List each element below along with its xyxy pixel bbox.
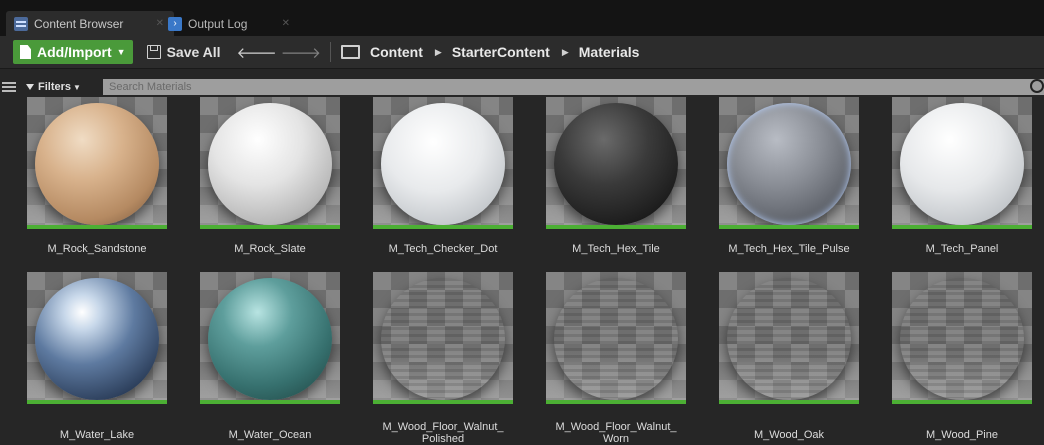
asset-tile[interactable]	[200, 272, 340, 404]
save-icon	[146, 45, 161, 59]
chevron-down-icon: ▼	[116, 47, 126, 57]
asset-tile[interactable]	[200, 97, 340, 229]
asset-grid: M_Rock_Sandstone M_Rock_Slate M_Tech_Che…	[0, 97, 1044, 445]
add-import-label: Add/Import	[37, 44, 112, 60]
breadcrumb-separator-icon[interactable]: ▶	[435, 47, 442, 58]
breadcrumb-materials[interactable]: Materials	[579, 44, 640, 60]
tab-output-log[interactable]: › Output Log ✕	[160, 11, 300, 36]
asset-label: M_Tech_Hex_Tile	[572, 243, 660, 255]
asset-tile[interactable]	[27, 97, 167, 229]
breadcrumb-startercontent[interactable]: StarterContent	[452, 44, 550, 60]
asset-label: M_Water_Ocean	[228, 429, 312, 441]
tab-content-browser[interactable]: Content Browser ✕	[6, 11, 174, 36]
asset-tile[interactable]	[892, 272, 1032, 404]
filters-button[interactable]: Filters ▼	[26, 81, 81, 93]
asset-label-line1: M_Wood_Floor_Walnut_	[555, 421, 677, 433]
material-preview	[900, 278, 1024, 400]
asset-label: M_Wood_Floor_Walnut_ Worn	[541, 421, 691, 445]
toolbar-divider	[330, 42, 332, 62]
material-preview	[727, 278, 851, 400]
forward-arrow-icon[interactable]: 🡒	[281, 43, 321, 62]
asset-label-line2: Worn	[602, 433, 630, 445]
content-browser-icon	[14, 16, 28, 31]
asset-label: M_Tech_Panel	[925, 243, 999, 255]
breadcrumb-separator-icon[interactable]: ▶	[562, 47, 569, 58]
material-preview	[554, 278, 678, 400]
material-preview	[35, 278, 159, 400]
material-preview	[727, 103, 851, 225]
asset-label-line2: Polished	[421, 433, 465, 445]
material-preview	[35, 103, 159, 225]
breadcrumb-content[interactable]: Content	[370, 44, 423, 60]
material-preview	[554, 103, 678, 225]
filters-label: Filters	[38, 81, 72, 93]
asset-tile[interactable]	[892, 97, 1032, 229]
asset-label: M_Wood_Oak	[753, 429, 825, 441]
asset-label: M_Rock_Slate	[234, 243, 306, 255]
add-import-button[interactable]: Add/Import ▼	[13, 40, 133, 64]
asset-label-line1: M_Wood_Floor_Walnut_	[382, 421, 504, 433]
chevron-down-icon: ▼	[73, 82, 81, 92]
tab-label: Content Browser	[34, 16, 124, 31]
tab-bar: Content Browser ✕ › Output Log ✕	[0, 0, 1044, 36]
save-all-label: Save All	[166, 44, 221, 60]
asset-tile[interactable]	[373, 97, 513, 229]
asset-label: M_Wood_Pine	[926, 429, 998, 441]
material-preview	[900, 103, 1024, 225]
material-preview	[381, 278, 505, 400]
asset-label: M_Wood_Floor_Walnut_ Polished	[368, 421, 518, 445]
material-preview	[208, 278, 332, 400]
back-arrow-icon[interactable]: 🡐	[237, 43, 277, 62]
asset-label: M_Rock_Sandstone	[47, 243, 147, 255]
tab-label: Output Log	[188, 16, 248, 31]
new-file-icon	[20, 45, 31, 59]
asset-label: M_Tech_Hex_Tile_Pulse	[728, 243, 850, 255]
asset-label: M_Tech_Checker_Dot	[388, 243, 498, 255]
asset-tile[interactable]	[373, 272, 513, 404]
asset-tile[interactable]	[719, 97, 859, 229]
folder-icon[interactable]	[341, 45, 361, 59]
asset-tile[interactable]	[719, 272, 859, 404]
close-icon[interactable]: ✕	[282, 18, 290, 29]
search-input[interactable]	[103, 79, 1044, 95]
asset-tile[interactable]	[546, 97, 686, 229]
search-icon[interactable]	[1030, 79, 1044, 93]
material-preview	[381, 103, 505, 225]
asset-tile[interactable]	[27, 272, 167, 404]
output-log-icon: ›	[168, 16, 182, 31]
filter-icon	[26, 84, 34, 90]
filter-bar: Filters ▼	[0, 77, 1044, 97]
material-preview	[208, 103, 332, 225]
save-all-button[interactable]: Save All	[146, 44, 221, 60]
asset-label: M_Water_Lake	[59, 429, 135, 441]
asset-tile[interactable]	[546, 272, 686, 404]
toolbar: Add/Import ▼ Save All 🡐 🡒 Content ▶ Star…	[0, 36, 1044, 69]
view-options-icon[interactable]	[2, 81, 16, 93]
